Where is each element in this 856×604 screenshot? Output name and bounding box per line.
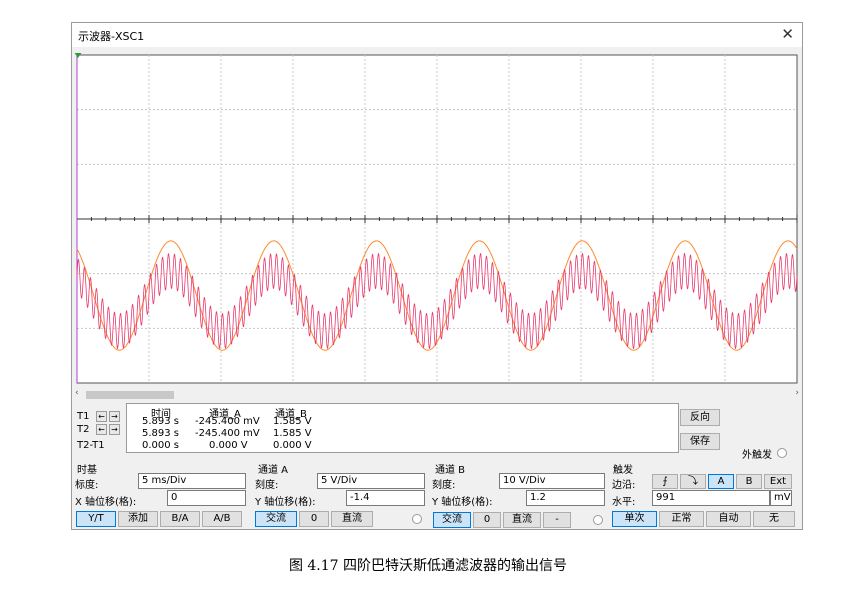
- channel-b-radio[interactable]: [593, 515, 603, 525]
- oscilloscope-screen: [74, 53, 798, 384]
- figure-caption: 图 4.17 四阶巴特沃斯低通滤波器的输出信号: [288, 558, 568, 574]
- cursor-readout: T1 ← → T2 ← → T2-T1 时间 通道_A 通道_B 5.893 s…: [72, 403, 802, 461]
- scroll-left-icon[interactable]: ‹: [75, 388, 79, 398]
- channel-b-scale-input[interactable]: 10 V/Div: [499, 473, 605, 489]
- trigger-level-input[interactable]: 991: [652, 490, 770, 506]
- trigger-single-button[interactable]: 单次: [612, 511, 657, 527]
- trigger-edge-label: 边沿:: [612, 480, 636, 491]
- falling-edge-icon[interactable]: ⤵: [680, 474, 706, 489]
- trigger-source-a-button[interactable]: A: [708, 474, 734, 489]
- channel-b-ac-button[interactable]: 交流: [433, 512, 471, 528]
- save-button[interactable]: 保存: [680, 433, 720, 450]
- t2t1-label: T2-T1: [77, 440, 105, 451]
- trigger-normal-button[interactable]: 正常: [659, 511, 704, 527]
- channel-a-zero-button[interactable]: 0: [299, 511, 329, 527]
- t2-label: T2: [77, 424, 90, 435]
- channel-a-ypos-input[interactable]: -1.4: [346, 490, 425, 506]
- row2-time: 5.893 s: [142, 428, 180, 439]
- row2-b: 1.585 V: [273, 428, 312, 439]
- channel-a-ac-button[interactable]: 交流: [255, 511, 297, 527]
- timebase-xpos-input[interactable]: 0: [167, 490, 246, 506]
- channel-b-scale-label: 刻度:: [432, 480, 456, 491]
- row3-a: 0.000 V: [209, 440, 248, 451]
- t1-right-button[interactable]: →: [109, 411, 120, 422]
- channel-a-group-label: 通道 A: [258, 465, 289, 476]
- rising-edge-icon[interactable]: ⨍: [652, 474, 678, 489]
- trigger-source-ext-button[interactable]: Ext: [764, 474, 792, 489]
- t2-right-button[interactable]: →: [109, 424, 120, 435]
- channel-b-dc-button[interactable]: 直流: [503, 512, 541, 528]
- reverse-button[interactable]: 反向: [680, 409, 720, 426]
- channel-a-scale-input[interactable]: 5 V/Div: [317, 473, 425, 489]
- readout-table: 时间 通道_A 通道_B 5.893 s -245.400 mV 1.585 V…: [126, 403, 679, 453]
- timebase-xpos-label: X 轴位移(格):: [75, 497, 137, 508]
- channel-b-zero-button[interactable]: 0: [473, 512, 501, 528]
- channel-a-radio[interactable]: [412, 514, 422, 524]
- t1-left-button[interactable]: ←: [96, 411, 107, 422]
- scroll-thumb[interactable]: [86, 391, 174, 399]
- scroll-right-icon[interactable]: ›: [795, 388, 799, 398]
- trigger-level-label: 水平:: [612, 497, 636, 508]
- row2-a: -245.400 mV: [195, 428, 260, 439]
- channel-a-dc-button[interactable]: 直流: [331, 511, 373, 527]
- timebase-scale-input[interactable]: 5 ms/Div: [138, 473, 246, 489]
- trigger-none-button[interactable]: 无: [753, 511, 795, 527]
- channel-b-ypos-input[interactable]: 1.2: [526, 490, 605, 506]
- mode-add-button[interactable]: 添加: [118, 511, 158, 527]
- oscilloscope-window: 示波器-XSC1 ✕ ‹ › T1 ← → T2 ← → T2-T1 时间 通道…: [71, 22, 803, 530]
- mode-yt-button[interactable]: Y/T: [76, 511, 116, 527]
- trigger-source-b-button[interactable]: B: [736, 474, 762, 489]
- row3-time: 0.000 s: [142, 440, 180, 451]
- t2-left-button[interactable]: ←: [96, 424, 107, 435]
- window-title: 示波器-XSC1: [78, 30, 145, 43]
- mode-ba-button[interactable]: B/A: [160, 511, 200, 527]
- channel-a-ypos-label: Y 轴位移(格):: [255, 497, 316, 508]
- mode-ab-button[interactable]: A/B: [202, 511, 242, 527]
- timebase-group-label: 时基: [77, 465, 97, 476]
- channel-a-scale-label: 刻度:: [255, 480, 279, 491]
- trigger-group-label: 触发: [613, 465, 633, 476]
- row3-b: 0.000 V: [273, 440, 312, 451]
- timebase-scale-label: 标度:: [75, 480, 99, 491]
- close-icon[interactable]: ✕: [781, 25, 794, 43]
- channel-b-group-label: 通道 B: [435, 465, 466, 476]
- channel-b-ypos-label: Y 轴位移(格):: [432, 497, 493, 508]
- trigger-auto-button[interactable]: 自动: [706, 511, 751, 527]
- channel-b-minus-button[interactable]: -: [543, 512, 571, 528]
- row1-time: 5.893 s: [142, 416, 180, 427]
- horizontal-scrollbar[interactable]: ‹ ›: [72, 388, 802, 401]
- ext-trigger-label: 外触发: [742, 450, 772, 461]
- trigger-level-unit[interactable]: mV: [770, 490, 792, 506]
- t1-label: T1: [77, 411, 90, 422]
- row1-b: 1.585 V: [273, 416, 312, 427]
- row1-a: -245.400 mV: [195, 416, 260, 427]
- ext-trigger-radio[interactable]: [777, 448, 787, 458]
- title-bar: 示波器-XSC1 ✕: [72, 23, 802, 47]
